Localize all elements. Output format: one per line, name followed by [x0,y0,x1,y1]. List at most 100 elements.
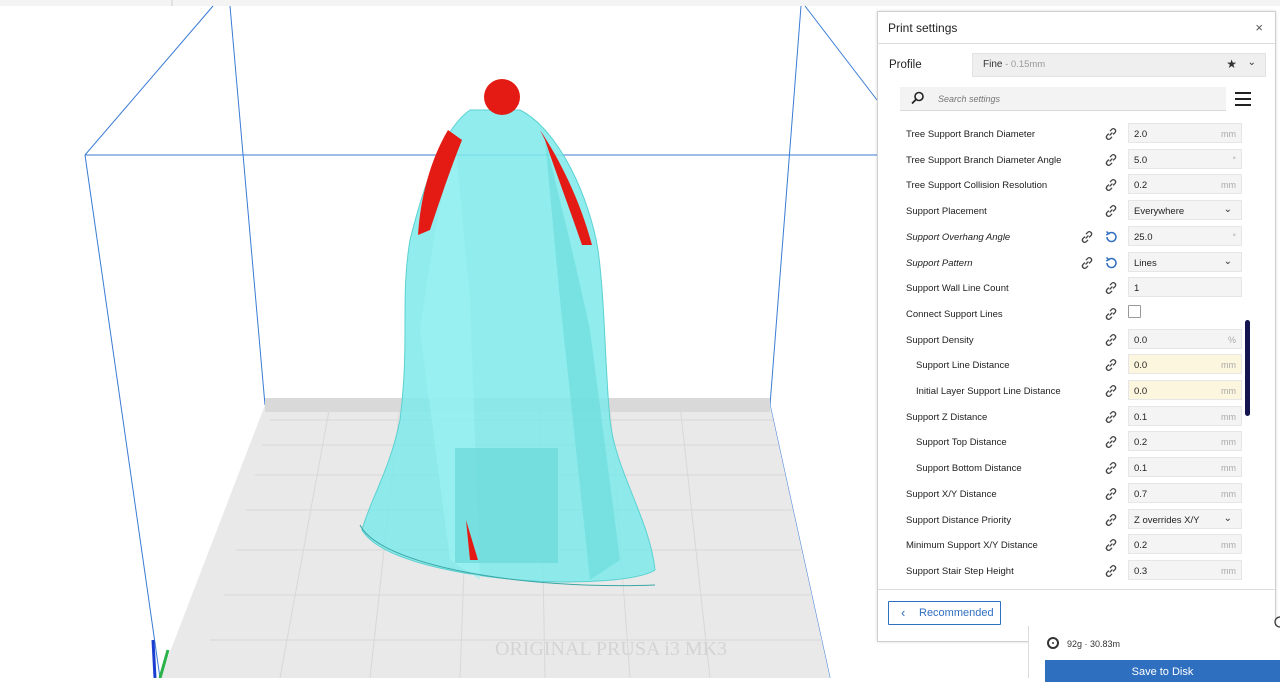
star-icon[interactable]: ★ [1226,57,1237,71]
link-icon[interactable] [1103,460,1119,476]
setting-input[interactable]: 0.0 mm [1128,380,1242,400]
setting-unit: mm [1221,129,1236,139]
setting-value: 0.3 [1134,565,1148,577]
link-icon[interactable] [1103,357,1119,373]
setting-value: 0.2 [1134,540,1148,552]
setting-row: Support Placement Everywhere ⌄ [878,200,1248,222]
link-icon[interactable] [1103,306,1119,322]
setting-value: Lines [1134,257,1157,269]
setting-value: 0.0 [1134,360,1148,372]
setting-input[interactable]: 0.2 mm [1128,431,1242,452]
setting-select[interactable]: Lines ⌄ [1128,251,1242,272]
setting-input[interactable]: 0.0 mm [1128,354,1242,375]
connect-support-lines-checkbox[interactable] [1128,304,1141,318]
settings-list[interactable]: Tree Support Branch Diameter 2.0 mm Tree Su… [878,120,1248,588]
link-icon[interactable] [1103,203,1119,219]
setting-label: Support Top Distance [916,437,1007,449]
setting-input[interactable]: 5.0 ° [1128,148,1242,169]
setting-label: Support Density [906,334,974,346]
setting-row: Support Stair Step Height 0.3 mm [878,559,1248,582]
setting-row: Tree Support Branch Diameter Angle 5.0 ° [878,148,1248,171]
setting-row: Tree Support Branch Diameter 2.0 mm [878,123,1248,145]
setting-unit: ° [1232,231,1236,242]
search-bar [900,87,1226,111]
top-toolbar-strip [0,0,1280,6]
estimate-icon [1047,637,1059,649]
chevron-down-icon[interactable]: ⌄ [1248,57,1256,68]
setting-row: Support Wall Line Count 1 [878,277,1248,299]
setting-input[interactable]: 0.1 mm [1128,457,1242,478]
reset-icon[interactable] [1103,255,1119,271]
z-axis-indicator [151,639,157,678]
link-icon[interactable] [1103,486,1119,502]
link-icon[interactable] [1103,332,1119,348]
link-icon[interactable] [1103,152,1119,168]
link-icon[interactable] [1103,177,1119,193]
setting-value: 1 [1134,283,1140,295]
recommended-button[interactable]: ‹ Recommended [888,601,1001,625]
setting-unit: mm [1221,540,1236,551]
link-icon[interactable] [1103,434,1119,450]
link-icon[interactable] [1079,229,1095,245]
setting-value: 25.0 [1134,231,1153,243]
link-icon[interactable] [1103,280,1119,296]
link-icon[interactable] [1079,255,1095,271]
save-to-disk-button[interactable]: Save to Disk [1045,660,1280,682]
link-icon[interactable] [1103,126,1119,142]
chevron-left-icon: ‹ [901,605,906,620]
setting-row: Initial Layer Support Line Distance 0.0 mm [878,380,1248,402]
setting-label: Support Line Distance [916,360,1010,372]
setting-label: Initial Layer Support Line Distance [916,386,1061,397]
setting-row: Support Top Distance 0.2 mm [878,431,1248,453]
setting-label: Support Placement [906,206,987,218]
close-icon[interactable]: × [1255,20,1263,35]
setting-label: Tree Support Branch Diameter Angle [906,154,1062,166]
setting-input[interactable]: 2.0 mm [1128,123,1242,143]
setting-label: Support Wall Line Count [906,283,1009,295]
svg-text:ORIGINAL PRUSA i3 MK3: ORIGINAL PRUSA i3 MK3 [495,638,727,660]
save-label: Save to Disk [1131,666,1194,678]
divider [878,589,1275,590]
setting-value: 0.1 [1134,411,1148,423]
profile-select[interactable]: Fine - 0.15mm ★ ⌄ [972,53,1266,77]
setting-unit: mm [1221,565,1236,576]
link-icon[interactable] [1103,383,1119,399]
setting-value: 0.0 [1134,386,1148,397]
setting-select[interactable]: Everywhere ⌄ [1128,200,1242,221]
menu-icon[interactable] [1235,92,1251,106]
setting-row: Support X/Y Distance 0.7 mm [878,482,1248,505]
setting-input[interactable]: 0.2 mm [1128,174,1242,195]
setting-input[interactable]: 0.3 mm [1128,559,1242,580]
setting-select[interactable]: Z overrides X/Y ⌄ [1128,508,1242,529]
setting-row: Minimum Support X/Y Distance 0.2 mm [878,534,1248,556]
reset-icon[interactable] [1103,229,1119,245]
profile-name: Fine [983,59,1003,70]
divider [878,43,1275,44]
setting-input[interactable]: 0.2 mm [1128,534,1242,555]
setting-label: Connect Support Lines [906,308,1003,320]
setting-value: 0.1 [1134,463,1148,475]
setting-label: Support X/Y Distance [906,488,997,500]
setting-label: Support Stair Step Height [906,565,1014,577]
link-icon[interactable] [1103,512,1119,528]
setting-input[interactable]: 0.1 mm [1128,405,1242,426]
setting-unit: mm [1221,411,1236,422]
link-icon[interactable] [1103,563,1119,579]
setting-unit: mm [1221,488,1236,499]
search-input[interactable] [936,90,1220,108]
setting-input[interactable]: 25.0 ° [1128,225,1242,246]
setting-input[interactable]: 0.0% [1128,328,1242,349]
setting-input[interactable]: 0.7 mm [1128,482,1242,503]
setting-row: Support Pattern Lines ⌄ [878,251,1248,274]
setting-row: Support Bottom Distance 0.1 mm [878,457,1248,479]
panel-title: Print settings [888,21,958,35]
link-icon[interactable] [1103,537,1119,553]
setting-label: Support Distance Priority [906,514,1012,526]
scrollbar[interactable] [1245,320,1250,416]
setting-value: 0.7 [1134,488,1148,500]
setting-input[interactable]: 1 [1128,277,1242,298]
link-icon[interactable] [1103,409,1119,425]
setting-label: Support Z Distance [906,411,988,423]
info-icon [1274,616,1280,628]
setting-row: Support Overhang Angle 25.0 ° [878,225,1248,248]
